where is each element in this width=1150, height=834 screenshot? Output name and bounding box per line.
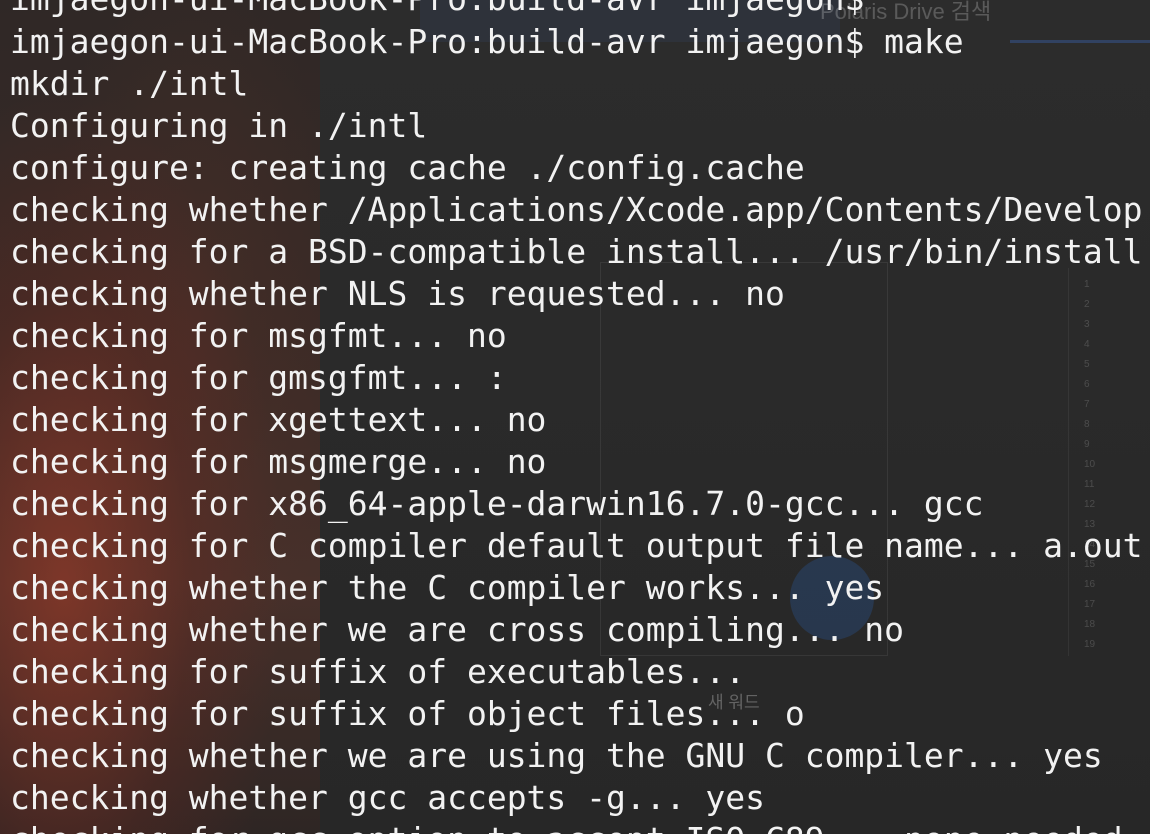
- terminal-line: checking whether we are cross compiling.…: [10, 610, 905, 649]
- terminal-line: imjaegon-ui-MacBook-Pro:build-avr imjaeg…: [10, 0, 864, 20]
- terminal-line: checking for gcc option to accept ISO C8…: [10, 819, 1123, 834]
- terminal-line: configure: creating cache ./config.cache: [10, 148, 805, 187]
- terminal-line: checking whether /Applications/Xcode.app…: [10, 190, 1143, 229]
- terminal-line: checking whether gcc accepts -g... yes: [10, 778, 765, 817]
- terminal-line: Configuring in ./intl: [10, 106, 428, 145]
- terminal-line: checking whether we are using the GNU C …: [10, 736, 1103, 775]
- terminal-line: checking for C compiler default output f…: [10, 526, 1143, 565]
- terminal-line: checking for gmsgfmt... :: [10, 358, 507, 397]
- terminal-line: checking for a BSD-compatible install...…: [10, 232, 1143, 271]
- terminal-line: mkdir ./intl: [10, 64, 249, 103]
- terminal-line: checking for xgettext... no: [10, 400, 547, 439]
- terminal-line: checking whether NLS is requested... no: [10, 274, 785, 313]
- terminal-line: checking whether the C compiler works...…: [10, 568, 885, 607]
- terminal-line: checking for suffix of executables...: [10, 652, 746, 691]
- terminal-line: checking for msgmerge... no: [10, 442, 547, 481]
- terminal-line: checking for msgfmt... no: [10, 316, 507, 355]
- terminal-line: checking for x86_64-apple-darwin16.7.0-g…: [10, 484, 984, 523]
- terminal-line: imjaegon-ui-MacBook-Pro:build-avr imjaeg…: [10, 22, 964, 61]
- terminal-line: checking for suffix of object files... o: [10, 694, 805, 733]
- terminal-window[interactable]: imjaegon-ui-MacBook-Pro:build-avr imjaeg…: [0, 0, 1150, 834]
